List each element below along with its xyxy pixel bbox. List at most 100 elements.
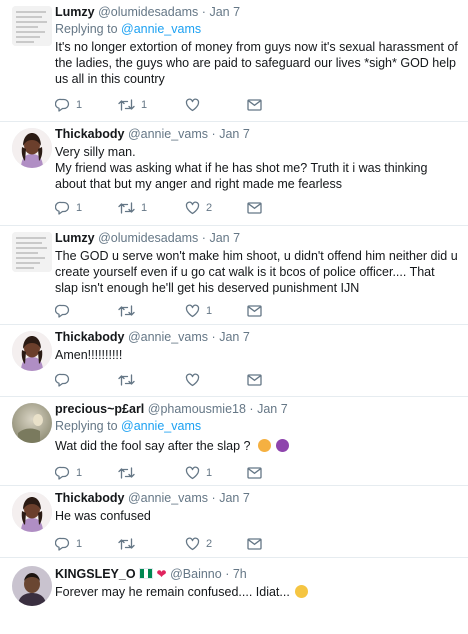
- envelope-icon: [247, 374, 262, 386]
- user-handle[interactable]: @annie_vams: [128, 127, 208, 141]
- tweet-date[interactable]: Jan 7: [219, 491, 250, 505]
- like-button[interactable]: 1: [185, 465, 212, 481]
- reply-button[interactable]: 1: [55, 465, 82, 481]
- mention-link[interactable]: @annie_vams: [121, 22, 201, 36]
- tweet-actions: [55, 372, 285, 388]
- reply-button[interactable]: [55, 303, 76, 319]
- tweet[interactable]: Thickabody @annie_vams · Jan 7 He was co…: [0, 486, 468, 558]
- tweet[interactable]: Lumzy @olumidesadams · Jan 7 Replying to…: [0, 0, 468, 122]
- retweet-icon: [118, 374, 135, 386]
- avatar[interactable]: [12, 492, 52, 532]
- reply-icon: [55, 304, 70, 318]
- separator-dot: ·: [249, 402, 254, 416]
- direct-message-button[interactable]: [247, 536, 262, 552]
- user-handle[interactable]: @phamousmie18: [148, 402, 246, 416]
- envelope-icon: [247, 467, 262, 479]
- reply-button[interactable]: 1: [55, 536, 82, 552]
- user-handle[interactable]: @Bainno: [170, 567, 222, 581]
- tweet[interactable]: KINGSLEY_O ❤ @Bainno · 7h Forever may he…: [0, 558, 468, 634]
- avatar[interactable]: [12, 403, 52, 443]
- heart-icon: [185, 373, 200, 387]
- tweet-line: Forever may he remain confused.... Idiat…: [55, 585, 290, 599]
- tweet-date[interactable]: Jan 7: [209, 5, 240, 19]
- tweet-text: Wat did the fool say after the slap ?: [55, 438, 458, 454]
- display-name[interactable]: Thickabody: [55, 491, 124, 505]
- user-handle[interactable]: @annie_vams: [128, 330, 208, 344]
- like-button[interactable]: 2: [185, 536, 212, 552]
- user-handle[interactable]: @olumidesadams: [98, 5, 198, 19]
- like-count: 2: [206, 538, 213, 550]
- tweet[interactable]: Thickabody @annie_vams · Jan 7 Amen!!!!!…: [0, 325, 468, 397]
- reply-icon: [55, 466, 70, 480]
- tweet-header: Thickabody @annie_vams · Jan 7: [55, 329, 458, 345]
- reply-count: 1: [76, 538, 83, 550]
- reply-count: 1: [76, 99, 83, 111]
- mention-link[interactable]: @annie_vams: [121, 419, 201, 433]
- direct-message-button[interactable]: [247, 303, 262, 319]
- like-button[interactable]: [185, 97, 206, 113]
- reply-button[interactable]: [55, 372, 76, 388]
- direct-message-button[interactable]: [247, 465, 262, 481]
- heart-icon: [185, 98, 200, 112]
- avatar[interactable]: [12, 566, 52, 606]
- reply-icon: [55, 537, 70, 551]
- retweet-icon: [118, 467, 135, 479]
- reply-button[interactable]: 1: [55, 97, 82, 113]
- smiling-imp-emoji-icon: [276, 439, 290, 452]
- retweet-button[interactable]: [118, 465, 141, 481]
- display-name[interactable]: Lumzy: [55, 5, 95, 19]
- tweet-date[interactable]: Jan 7: [257, 402, 288, 416]
- tweet-line: Wat did the fool say after the slap ?: [55, 439, 251, 453]
- tweet[interactable]: Lumzy @olumidesadams · Jan 7 The GOD u s…: [0, 226, 468, 325]
- avatar[interactable]: [12, 6, 52, 46]
- like-count: 1: [206, 467, 213, 479]
- retweet-button[interactable]: 1: [118, 200, 147, 216]
- reply-icon: [55, 373, 70, 387]
- tweet-date[interactable]: 7h: [233, 567, 247, 581]
- like-button[interactable]: 1: [185, 303, 212, 319]
- avatar[interactable]: [12, 128, 52, 168]
- heart-icon: [185, 466, 200, 480]
- tweet-text: He was confused: [55, 508, 458, 524]
- direct-message-button[interactable]: [247, 200, 262, 216]
- tweet-text: It's no longer extortion of money from g…: [55, 39, 458, 87]
- tired-face-emoji-icon: [257, 439, 271, 452]
- tweet-line: He was confused: [55, 509, 151, 523]
- tweet[interactable]: Thickabody @annie_vams · Jan 7 Very sill…: [0, 122, 468, 226]
- tweet-thread: Lumzy @olumidesadams · Jan 7 Replying to…: [0, 0, 468, 634]
- tweet-actions: 1: [55, 303, 285, 319]
- direct-message-button[interactable]: [247, 97, 262, 113]
- reply-button[interactable]: 1: [55, 200, 82, 216]
- retweet-button[interactable]: [118, 536, 141, 552]
- display-name[interactable]: Lumzy: [55, 231, 95, 245]
- heart-icon: [185, 537, 200, 551]
- tweet-date[interactable]: Jan 7: [219, 127, 250, 141]
- tweet[interactable]: precious~p£arl @phamousmie18 · Jan 7 Rep…: [0, 397, 468, 486]
- retweet-icon: [118, 538, 135, 550]
- nigeria-flag-emoji-icon: [139, 568, 154, 579]
- tweet-date[interactable]: Jan 7: [209, 231, 240, 245]
- tweet-text: The GOD u serve won't make him shoot, u …: [55, 248, 458, 296]
- replying-to: Replying to @annie_vams: [55, 21, 458, 37]
- avatar[interactable]: [12, 331, 52, 371]
- user-handle[interactable]: @olumidesadams: [98, 231, 198, 245]
- display-name[interactable]: precious~p£arl: [55, 402, 144, 416]
- direct-message-button[interactable]: [247, 372, 262, 388]
- retweet-button[interactable]: [118, 303, 141, 319]
- like-button[interactable]: 2: [185, 200, 212, 216]
- tweet-line: The GOD u serve won't make him shoot, u …: [55, 249, 458, 295]
- retweet-count: 1: [141, 202, 148, 214]
- avatar[interactable]: [12, 232, 52, 272]
- tweet-header: Lumzy @olumidesadams · Jan 7: [55, 230, 458, 246]
- display-name[interactable]: Thickabody: [55, 127, 124, 141]
- retweet-button[interactable]: 1: [118, 97, 147, 113]
- tweet-header: Lumzy @olumidesadams · Jan 7: [55, 4, 458, 20]
- user-handle[interactable]: @annie_vams: [128, 491, 208, 505]
- tweet-date[interactable]: Jan 7: [219, 330, 250, 344]
- display-name[interactable]: Thickabody: [55, 330, 124, 344]
- like-button[interactable]: [185, 372, 206, 388]
- tweet-header: Thickabody @annie_vams · Jan 7: [55, 490, 458, 506]
- retweet-count: 1: [141, 99, 148, 111]
- retweet-button[interactable]: [118, 372, 141, 388]
- display-name[interactable]: KINGSLEY_O: [55, 567, 136, 581]
